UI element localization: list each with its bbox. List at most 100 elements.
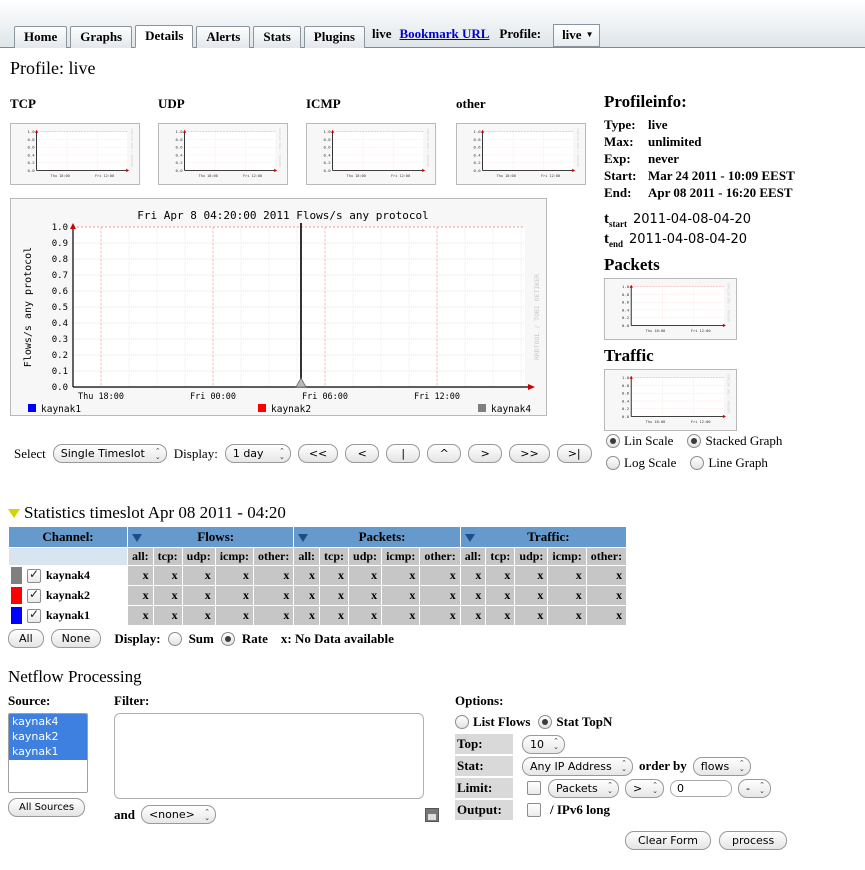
- options-column: Options: List Flows Stat TopN Top: 10 St…: [455, 693, 788, 850]
- sort-triangle-icon[interactable]: [464, 534, 475, 543]
- svg-text:0.0: 0.0: [622, 323, 630, 328]
- subheader-flows-all[interactable]: all:: [128, 548, 153, 565]
- subheader-packets-tcp[interactable]: tcp:: [320, 548, 349, 565]
- nav-current-button[interactable]: |: [386, 444, 421, 463]
- timeslot-select[interactable]: Single Timeslot: [52, 444, 167, 463]
- tab-graphs[interactable]: Graphs: [70, 26, 133, 48]
- stat-cell: x: [128, 606, 153, 625]
- filter-label: Filter:: [114, 693, 150, 708]
- tab-stats[interactable]: Stats: [253, 26, 301, 48]
- profileinfo-key: Exp:: [604, 151, 631, 166]
- subheader-flows-icmp[interactable]: icmp:: [215, 548, 254, 565]
- subheader-traffic-all[interactable]: all:: [460, 548, 486, 565]
- source-option[interactable]: kaynak2: [9, 729, 87, 744]
- output-mode-row: List Flows Stat TopN: [455, 714, 787, 730]
- sort-triangle-icon[interactable]: [132, 534, 142, 543]
- stacked-graph-radio[interactable]: [687, 434, 702, 448]
- all-sources-button[interactable]: All Sources: [8, 798, 86, 817]
- subheader-traffic-udp[interactable]: udp:: [515, 548, 548, 565]
- svg-text:0.6: 0.6: [52, 287, 68, 297]
- tab-details[interactable]: Details: [135, 25, 194, 48]
- line-graph-radio[interactable]: [690, 456, 705, 470]
- sum-radio[interactable]: [167, 631, 182, 646]
- packets-heading: Packets: [604, 255, 660, 274]
- limit-value-input[interactable]: [670, 779, 732, 797]
- mini-graph-label-tcp: TCP: [10, 96, 36, 111]
- packets-group-header[interactable]: Packets:: [294, 527, 460, 547]
- tab-alerts[interactable]: Alerts: [196, 26, 251, 48]
- limit-operator-select[interactable]: >: [625, 778, 664, 798]
- traffic-mini-graph[interactable]: 1.0 0.8 0.6 0.4 0.2 0.0 Thu 18:00 Fri 12:00 R…: [604, 369, 737, 431]
- subheader-flows-other[interactable]: other:: [254, 548, 294, 565]
- channel-checkbox[interactable]: [27, 567, 41, 583]
- subheader-traffic-tcp[interactable]: tcp:: [486, 548, 515, 565]
- stat-cell: x: [254, 586, 294, 605]
- lin-scale-radio[interactable]: [606, 434, 620, 448]
- svg-text:RRDTOOL / TOBI OETIKER: RRDTOOL / TOBI OETIKER: [727, 283, 731, 322]
- profileinfo-key: Max:: [604, 134, 634, 149]
- subheader-traffic-icmp[interactable]: icmp:: [548, 548, 586, 565]
- top-select[interactable]: 10: [522, 734, 565, 754]
- channel-checkbox[interactable]: [27, 607, 41, 623]
- stat-select[interactable]: Any IP Address: [522, 756, 633, 776]
- subheader-packets-all[interactable]: all:: [294, 548, 320, 565]
- mini-graph-other[interactable]: 1.0 0.8 0.6 0.4 0.2 0.0 Thu 18:00 Fri 12:00 R…: [456, 123, 586, 185]
- limit-checkbox[interactable]: [527, 781, 541, 795]
- svg-text:RRDTOOL / TOBI OETIKER: RRDTOOL / TOBI OETIKER: [426, 128, 430, 166]
- svg-text:1.0: 1.0: [324, 129, 332, 134]
- select-none-button[interactable]: None: [50, 629, 102, 648]
- list-flows-radio[interactable]: [455, 715, 469, 729]
- source-option[interactable]: kaynak4: [9, 714, 87, 729]
- stat-cell: x: [382, 566, 420, 585]
- tab-plugins[interactable]: Plugins: [303, 26, 365, 48]
- tab-home[interactable]: Home: [14, 26, 68, 48]
- save-filter-icon[interactable]: [425, 807, 439, 822]
- table-subheader-row: all: tcp: udp: icmp: other: all: tcp: ud…: [9, 548, 627, 565]
- subheader-traffic-other[interactable]: other:: [586, 548, 627, 565]
- source-list[interactable]: kaynak4 kaynak2 kaynak1: [8, 713, 88, 793]
- nav-first-button[interactable]: <<: [297, 444, 339, 463]
- channel-checkbox[interactable]: [27, 587, 41, 603]
- filter-textarea[interactable]: [114, 713, 424, 799]
- stat-cell: x: [548, 566, 586, 585]
- nav-last-button[interactable]: >|: [556, 444, 592, 463]
- svg-text:0.2: 0.2: [324, 160, 332, 165]
- svg-text:kaynak4: kaynak4: [491, 404, 531, 415]
- nav-next-button[interactable]: >: [468, 444, 503, 463]
- nav-up-button[interactable]: ^: [427, 444, 462, 463]
- bookmark-url-link[interactable]: Bookmark URL: [399, 26, 489, 42]
- mini-graph-udp[interactable]: 1.0 0.8 0.6 0.4 0.2 0.0 Thu 18:00 Fri 12:00 R…: [158, 123, 288, 185]
- flows-group-label: Flows:: [197, 529, 235, 544]
- subheader-packets-udp[interactable]: udp:: [349, 548, 382, 565]
- profile-select[interactable]: live ▼: [553, 24, 601, 47]
- nav-prev-button[interactable]: <: [345, 444, 380, 463]
- svg-text:0.2: 0.2: [176, 160, 184, 165]
- select-all-button[interactable]: All: [8, 629, 44, 648]
- nav-forward-button[interactable]: >>: [509, 444, 550, 463]
- source-option[interactable]: kaynak1: [9, 744, 87, 759]
- sort-triangle-icon[interactable]: [298, 534, 309, 543]
- limit-metric-select[interactable]: Packets: [548, 778, 619, 798]
- subheader-packets-other[interactable]: other:: [420, 548, 460, 565]
- main-flow-chart[interactable]: Fri Apr 8 04:20:00 2011 Flows/s any prot…: [10, 198, 547, 416]
- packets-mini-graph[interactable]: 1.0 0.8 0.6 0.4 0.2 0.0 Thu 18:00 Fri 12:00 R…: [604, 278, 737, 340]
- flows-group-header[interactable]: Flows:: [128, 527, 294, 547]
- display-range-select[interactable]: 1 day: [224, 444, 291, 463]
- rate-radio[interactable]: [220, 631, 235, 646]
- subheader-packets-icmp[interactable]: icmp:: [382, 548, 420, 565]
- clear-form-button[interactable]: Clear Form: [625, 831, 711, 850]
- order-by-select[interactable]: flows: [692, 756, 751, 776]
- traffic-group-header[interactable]: Traffic:: [460, 527, 627, 547]
- channel-header: Channel:: [9, 527, 127, 547]
- limit-unit-select[interactable]: -: [738, 778, 771, 798]
- and-filter-select[interactable]: <none>: [140, 805, 216, 824]
- mini-graph-icmp[interactable]: 1.0 0.8 0.6 0.4 0.2 0.0 Thu 18:00 Fri 12:00 R…: [306, 123, 436, 185]
- subheader-flows-tcp[interactable]: tcp:: [153, 548, 182, 565]
- subheader-flows-udp[interactable]: udp:: [182, 548, 215, 565]
- stat-topn-radio[interactable]: [538, 715, 553, 729]
- log-scale-radio[interactable]: [606, 456, 620, 470]
- collapse-triangle-icon[interactable]: [8, 508, 20, 518]
- output-checkbox[interactable]: [527, 803, 541, 817]
- process-button[interactable]: process: [718, 831, 788, 850]
- mini-graph-tcp[interactable]: 1.0 0.8 0.6 0.4 0.2 0.0 Thu 18:00 Fri 12:00 R…: [10, 123, 140, 185]
